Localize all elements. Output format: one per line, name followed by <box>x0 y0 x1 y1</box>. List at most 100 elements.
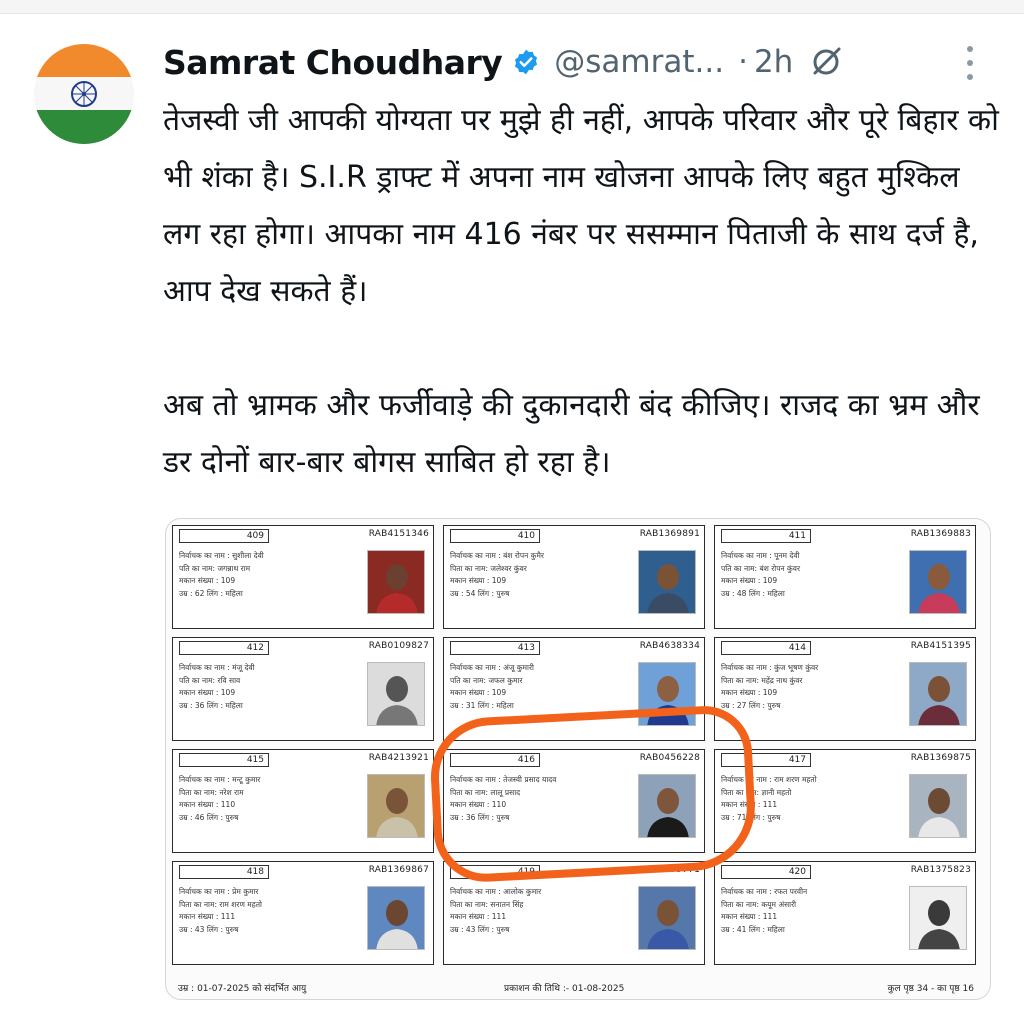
tweet-paragraph-2: अब तो भ्रामक और फर्जीवाड़े की दुकानदारी … <box>163 388 980 480</box>
voter-house-line: मकान संख्या : 111 <box>721 912 778 921</box>
voter-card: 410 RAB1369891 निर्वाचक का नाम : बंश रोपन … <box>443 525 705 629</box>
voter-house-line: मकान संख्या : 109 <box>450 576 507 585</box>
voter-serial-number: 413 <box>450 641 540 655</box>
voter-details: निर्वाचक का नाम : तेजस्वी प्रसाद यादव पित… <box>450 774 556 824</box>
voter-relation-line: पिता का नाम: कयूम अंसारी <box>721 899 797 909</box>
voter-house-line: मकान संख्या : 109 <box>179 576 236 585</box>
voter-house-line: मकान संख्या : 109 <box>450 688 507 697</box>
voter-relation-line: पिता का नाम: नरेश राम <box>179 787 244 797</box>
voter-relation-line: पति का नाम: जगन्नाथ राम <box>179 563 251 573</box>
voter-name-line: निर्वाचक का नाम : बंश रोपन कुमैर <box>450 551 544 560</box>
voter-name-line: निर्वाचक का नाम : तेजस्वी प्रसाद यादव <box>450 775 557 784</box>
voter-epic-number: RAB1375823 <box>910 865 971 875</box>
voter-card: 419 RAB4279771 निर्वाचक का नाम : आलोक कुमा… <box>443 861 705 965</box>
voter-age-gender-line: उम्र : 46 लिंग : पुरुष <box>179 812 239 822</box>
voter-age-gender-line: उम्र : 36 लिंग : पुरुष <box>450 812 510 822</box>
voter-relation-line: पति का नाम: रवि साव <box>179 675 241 685</box>
voter-name-line: निर्वाचक का नाम : कुंज भूषण कुंवर <box>721 663 819 672</box>
voter-house-line: मकान संख्या : 111 <box>450 912 507 921</box>
voter-serial-number: 418 <box>179 865 269 879</box>
voter-house-line: मकान संख्या : 110 <box>450 800 507 809</box>
grok-icon[interactable] <box>809 45 843 79</box>
tweet-timestamp[interactable]: 2h <box>754 44 793 80</box>
voter-photo <box>638 886 696 950</box>
voter-age-gender-line: उम्र : 48 लिंग : महिला <box>721 588 785 598</box>
voter-name-line: निर्वाचक का नाम : प्रेम कुमार <box>179 887 259 896</box>
voter-name-line: निर्वाचक का नाम : मंजू देवी <box>179 663 255 672</box>
voter-house-line: मकान संख्या : 110 <box>179 800 236 809</box>
voter-details: निर्वाचक का नाम : मन्टू कुमार पिता का नाम… <box>179 774 260 824</box>
voter-epic-number: RAB4213921 <box>368 753 429 763</box>
voter-relation-line: पिता का नाम: लालू प्रसाद <box>450 787 521 797</box>
voter-photo <box>367 774 425 838</box>
voter-serial-number: 420 <box>721 865 811 879</box>
author-name[interactable]: Samrat Choudhary <box>163 43 503 82</box>
tweet-paragraph-1: तेजस्वी जी आपकी योग्यता पर मुझे ही नहीं,… <box>163 103 999 309</box>
voter-relation-line: पिता का नाम: राम शरण महतो <box>179 899 262 909</box>
voter-name-line: निर्वाचक का नाम : राम शरण महतो <box>721 775 817 784</box>
voter-serial-number: 419 <box>450 865 540 879</box>
voter-photo <box>638 774 696 838</box>
top-divider <box>0 0 1024 14</box>
attached-image-voter-list[interactable]: 409 RAB4151346 निर्वाचक का नाम : सुशीला दे… <box>165 518 991 1000</box>
voter-serial-number: 412 <box>179 641 269 655</box>
voter-epic-number: RAB4638334 <box>639 641 700 651</box>
voter-house-line: मकान संख्या : 111 <box>179 912 236 921</box>
voter-epic-number: RAB1369867 <box>368 865 429 875</box>
voter-epic-number: RAB0109827 <box>368 641 429 651</box>
voter-card: 409 RAB4151346 निर्वाचक का नाम : सुशीला दे… <box>172 525 434 629</box>
voter-name-line: निर्वाचक का नाम : आलोक कुमार <box>450 887 542 896</box>
voter-epic-number: RAB4151395 <box>910 641 971 651</box>
voter-relation-line: पिता का नाम: महेंद्र नाथ कुंवर <box>721 675 803 685</box>
tweet-text: तेजस्वी जी आपकी योग्यता पर मुझे ही नहीं,… <box>163 92 1003 491</box>
voter-details: निर्वाचक का नाम : मंजू देवी पति का नाम: र… <box>179 662 255 712</box>
voter-age-gender-line: उम्र : 71 लिंग : पुरुष <box>721 812 781 822</box>
footer-age-note: उम्र : 01-07-2025 को संदर्भित आयु <box>178 984 307 994</box>
voter-photo <box>909 886 967 950</box>
verified-badge-icon <box>515 49 538 75</box>
voter-serial-number: 410 <box>450 529 540 543</box>
voter-name-line: निर्वाचक का नाम : सुशीला देवी <box>179 551 264 560</box>
voter-relation-line: पिता का नाम: सनातन सिंह <box>450 899 524 909</box>
voter-photo <box>909 662 967 726</box>
voter-photo <box>638 662 696 726</box>
voter-house-line: मकान संख्या : 109 <box>721 576 778 585</box>
voter-card: 417 RAB1369875 निर्वाचक का नाम : राम शरण म… <box>714 749 976 853</box>
voter-photo <box>367 886 425 950</box>
separator-dot: · <box>738 44 748 80</box>
voter-age-gender-line: उम्र : 43 लिंग : पुरुष <box>450 924 510 934</box>
voter-details: निर्वाचक का नाम : राम शरण महतो पिता का ना… <box>721 774 817 824</box>
voter-house-line: मकान संख्या : 109 <box>721 688 778 697</box>
voter-age-gender-line: उम्र : 36 लिंग : महिला <box>179 700 243 710</box>
voter-serial-number: 414 <box>721 641 811 655</box>
voter-serial-number: 416 <box>450 753 540 767</box>
profile-avatar[interactable] <box>34 44 134 144</box>
voter-details: निर्वाचक का नाम : अंजू कुमारी पति का नाम:… <box>450 662 534 712</box>
voter-details: निर्वाचक का नाम : पूनम देवी पति का नाम: ब… <box>721 550 800 600</box>
more-vertical-icon[interactable] <box>960 46 980 80</box>
voter-photo <box>367 550 425 614</box>
tweet-header: Samrat Choudhary @samrat... · 2h <box>163 40 843 84</box>
voter-photo <box>909 774 967 838</box>
voter-epic-number: RAB4279771 <box>639 865 700 875</box>
voter-name-line: निर्वाचक का नाम : पूनम देवी <box>721 551 800 560</box>
voter-card: 413 RAB4638334 निर्वाचक का नाम : अंजू कुमा… <box>443 637 705 741</box>
voter-age-gender-line: उम्र : 62 लिंग : महिला <box>179 588 243 598</box>
voter-epic-number: RAB0456228 <box>639 753 700 763</box>
voter-relation-line: पिता का नाम: ज्ञानी महतो <box>721 787 792 797</box>
author-handle[interactable]: @samrat... <box>554 44 724 80</box>
voter-serial-number: 417 <box>721 753 811 767</box>
voter-card: 415 RAB4213921 निर्वाचक का नाम : मन्टू कुम… <box>172 749 434 853</box>
voter-photo <box>909 550 967 614</box>
voter-age-gender-line: उम्र : 41 लिंग : महिला <box>721 924 785 934</box>
voter-epic-number: RAB1369891 <box>639 529 700 539</box>
voter-age-gender-line: उम्र : 27 लिंग : पुरुष <box>721 700 781 710</box>
footer-page-count: कुल पृष्ठ 34 - का पृष्ठ 16 <box>887 984 974 994</box>
voter-relation-line: पिता का नाम: जलेश्वर कुंवर <box>450 563 527 573</box>
voter-epic-number: RAB4151346 <box>368 529 429 539</box>
india-flag-avatar <box>34 44 134 144</box>
voter-epic-number: RAB1369875 <box>910 753 971 763</box>
voter-details: निर्वाचक का नाम : सुशीला देवी पति का नाम:… <box>179 550 264 600</box>
voter-house-line: मकान संख्या : 109 <box>179 688 236 697</box>
voter-age-gender-line: उम्र : 54 लिंग : पुरुष <box>450 588 510 598</box>
